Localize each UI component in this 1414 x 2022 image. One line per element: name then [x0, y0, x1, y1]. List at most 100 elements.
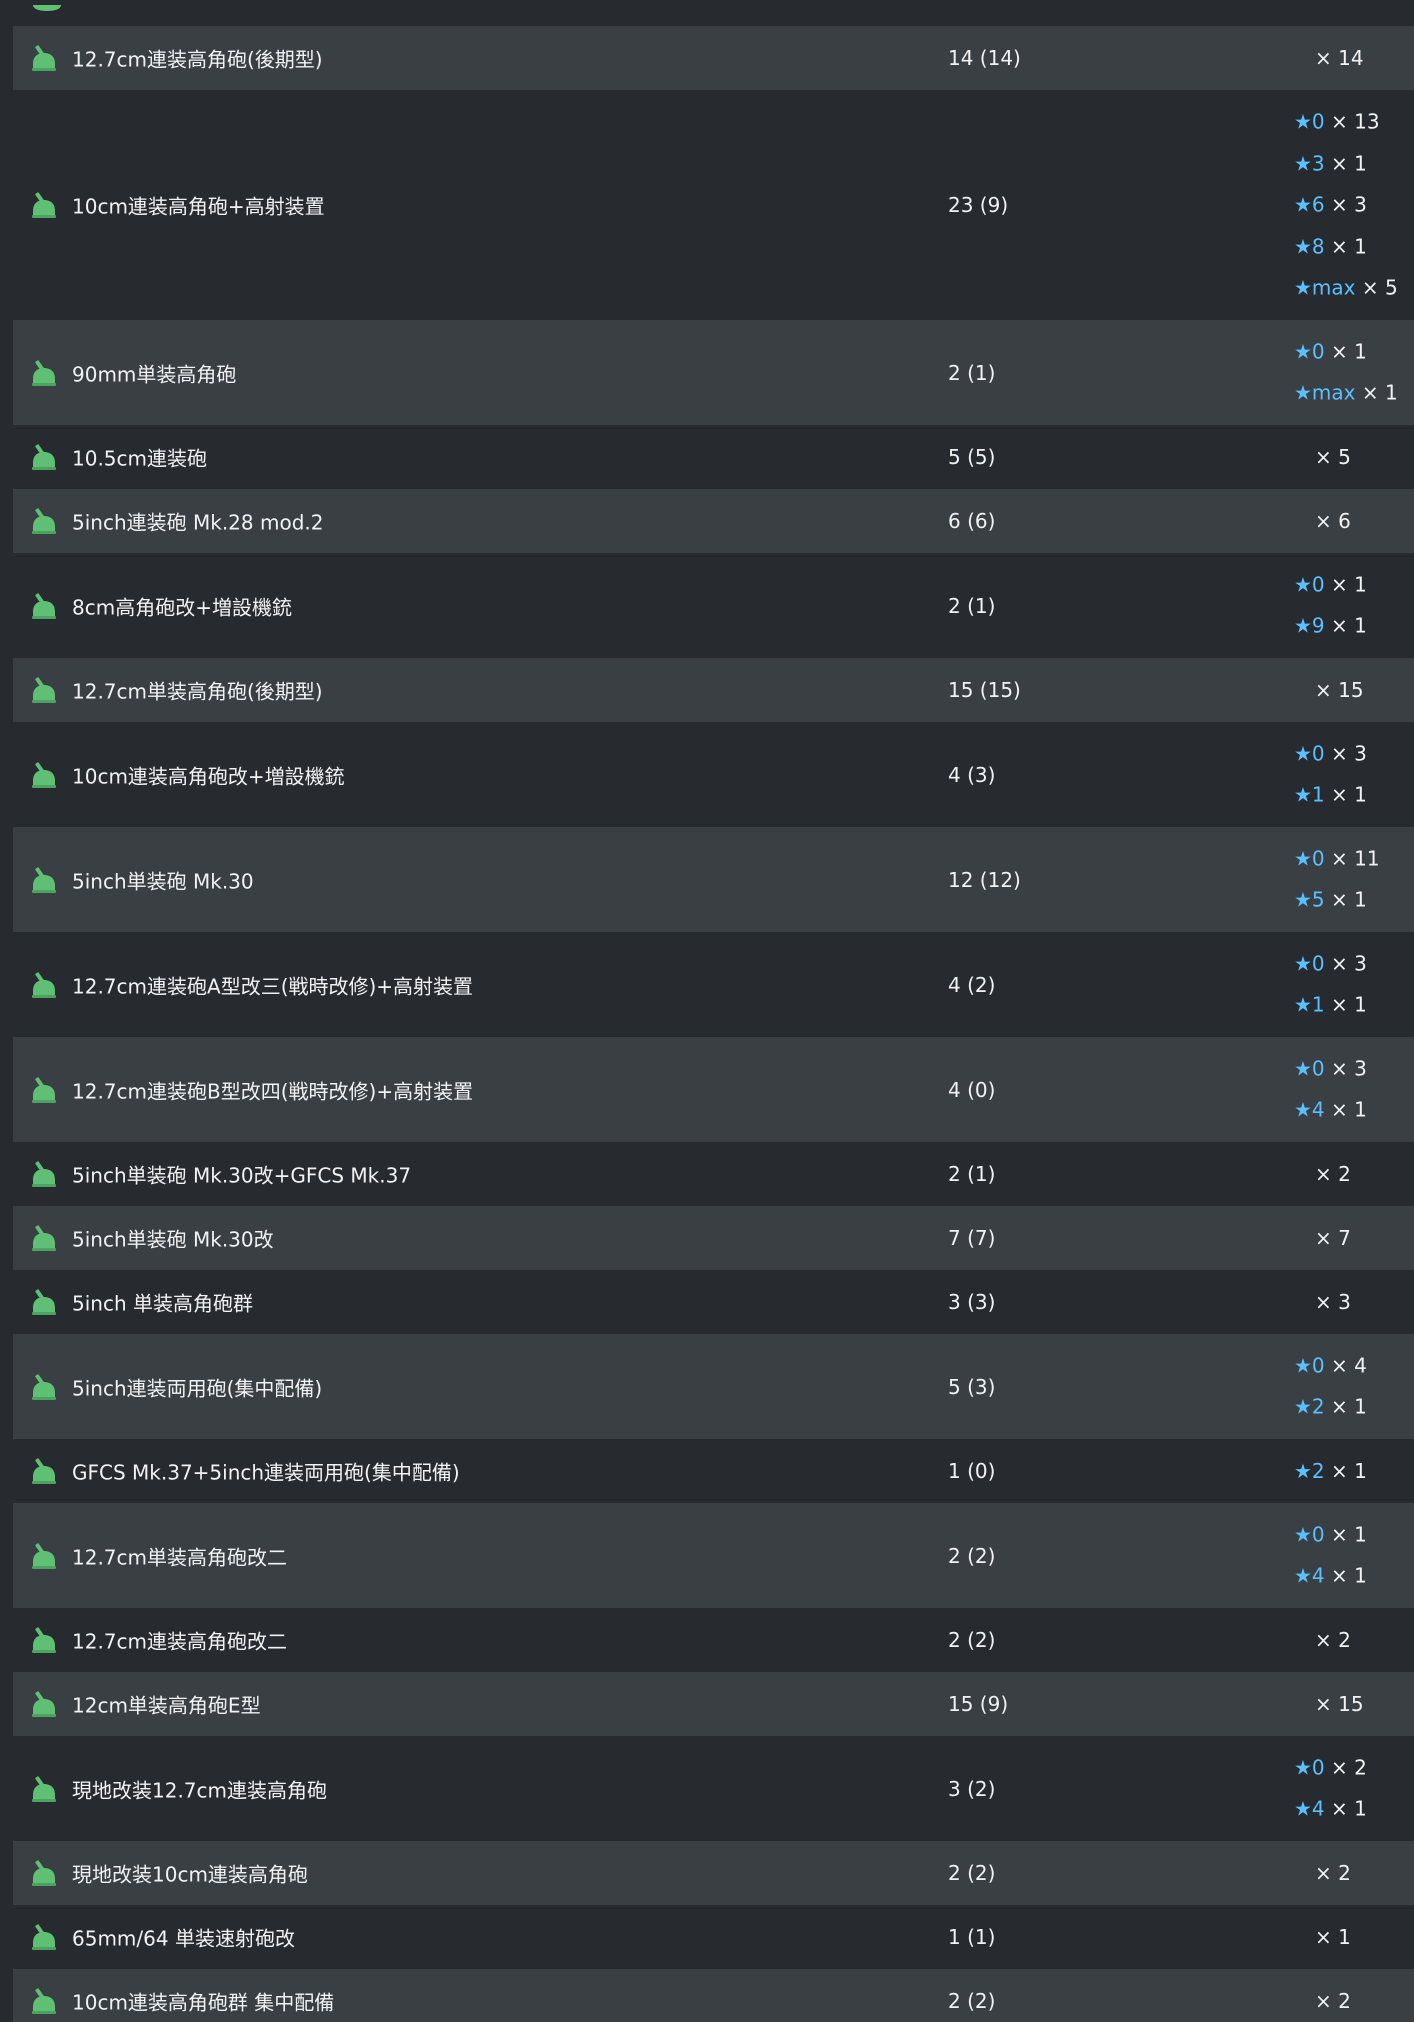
improvement-breakdown: × 1 — [1294, 1924, 1351, 1950]
equipment-row[interactable]: 10cm連装高角砲改+増設機銃 4 (3) ★0 × 3 ★1 × 1 — [13, 722, 1414, 827]
equipment-row[interactable]: 5inch単装砲 Mk.30改+GFCS Mk.37 2 (1) × 2 — [13, 1142, 1414, 1206]
equipment-row[interactable]: 現地改装12.7cm連装高角砲 3 (2) ★0 × 2 ★4 × 1 — [13, 1736, 1414, 1841]
improvement-breakdown: × 7 — [1294, 1225, 1351, 1251]
improvement-multiplier: × 1 — [1331, 1459, 1367, 1483]
improvement-entry: × 6 — [1294, 508, 1351, 534]
improvement-multiplier: × 14 — [1315, 46, 1364, 70]
aa-gun-icon — [28, 1985, 60, 2017]
improvement-breakdown: ★0 × 2 ★4 × 1 — [1294, 1747, 1367, 1830]
equipment-row[interactable]: 12.7cm連装高角砲(後期型) 14 (14) × 14 — [13, 26, 1414, 90]
equipment-row[interactable]: 90mm単装高角砲 2 (1) ★0 × 1 ★max × 1 — [13, 320, 1414, 425]
improvement-level: ★0 — [1294, 1056, 1325, 1080]
improvement-multiplier: × 2 — [1315, 1861, 1351, 1885]
improvement-level: ★0 — [1294, 1353, 1325, 1377]
improvement-level: ★5 — [1294, 887, 1325, 912]
improvement-multiplier: × 3 — [1315, 1290, 1351, 1314]
aa-gun-icon — [28, 590, 60, 622]
improvement-entry: ★0 × 4 — [1294, 1345, 1367, 1387]
improvement-multiplier: × 1 — [1331, 233, 1367, 258]
equipment-row[interactable]: 12.7cm単装高角砲改二 2 (2) ★0 × 1 ★4 × 1 — [13, 1503, 1414, 1608]
equipment-name: 12.7cm連装砲A型改三(戦時改修)+高射装置 — [72, 974, 474, 998]
aa-gun-icon — [28, 1688, 60, 1720]
improvement-level: ★1 — [1294, 782, 1325, 807]
equipment-row[interactable]: 5inch連装砲 Mk.28 mod.2 6 (6) × 6 — [13, 489, 1414, 553]
improvement-multiplier: × 3 — [1331, 951, 1367, 975]
aa-gun-icon — [28, 759, 60, 791]
improvement-entry: ★1 × 1 — [1294, 775, 1367, 817]
equipment-row[interactable]: 5inch連装両用砲(集中配備) 5 (3) ★0 × 4 ★2 × 1 — [13, 1334, 1414, 1439]
equipment-row[interactable]: 10cm連装高角砲群 集中配備 2 (2) × 2 — [13, 1969, 1414, 2022]
improvement-entry: ★0 × 1 — [1294, 564, 1367, 606]
improvement-entry: ★0 × 3 — [1294, 1048, 1367, 1090]
equipment-name: 10.5cm連装砲 — [72, 446, 208, 471]
aa-gun-icon — [28, 1455, 60, 1487]
equipment-count: 15 (9) — [948, 1692, 1009, 1716]
equipment-name: 10cm連装高角砲+高射装置 — [72, 194, 325, 219]
aa-gun-icon — [28, 1857, 60, 1889]
aa-gun-icon — [28, 1222, 60, 1254]
improvement-entry: × 2 — [1294, 1161, 1351, 1187]
improvement-entry: × 15 — [1294, 677, 1364, 703]
improvement-multiplier: × 3 — [1331, 1056, 1367, 1080]
equipment-count: 14 (14) — [948, 46, 1021, 70]
improvement-entry: ★0 × 3 — [1294, 733, 1367, 775]
equipment-row[interactable]: 5inch 単装高角砲群 3 (3) × 3 — [13, 1270, 1414, 1334]
equipment-count: 3 (3) — [948, 1290, 996, 1314]
improvement-breakdown: × 2 — [1294, 1988, 1351, 2014]
equipment-name: 5inch単装砲 Mk.30改+GFCS Mk.37 — [72, 1163, 412, 1188]
equipment-row[interactable]: 12.7cm連装高角砲改二 2 (2) × 2 — [13, 1608, 1414, 1672]
improvement-entry: ★5 × 1 — [1294, 880, 1380, 922]
improvement-multiplier: × 6 — [1315, 509, 1351, 533]
improvement-breakdown: × 2 — [1294, 1161, 1351, 1187]
equipment-row[interactable]: 65mm/64 単装速射砲改 1 (1) × 1 — [13, 1905, 1414, 1969]
improvement-level: ★0 — [1294, 1522, 1325, 1546]
improvement-entry: ★max × 1 — [1294, 373, 1398, 415]
improvement-multiplier: × 5 — [1315, 445, 1351, 469]
equipment-count: 3 (2) — [948, 1776, 996, 1801]
improvement-entry: ★0 × 11 — [1294, 838, 1380, 880]
aa-gun-icon — [28, 864, 60, 896]
improvement-multiplier: × 13 — [1331, 109, 1380, 134]
equipment-row[interactable]: GFCS Mk.37+5inch連装両用砲(集中配備) 1 (0) ★2 × 1 — [13, 1439, 1414, 1503]
improvement-entry: × 2 — [1294, 1627, 1351, 1653]
aa-gun-icon — [28, 1540, 60, 1572]
equipment-name: 5inch 単装高角砲群 — [72, 1291, 253, 1316]
improvement-entry: × 5 — [1294, 444, 1351, 470]
improvement-entry: ★0 × 1 — [1294, 331, 1398, 373]
equipment-row[interactable]: 5inch単装砲 Mk.30 12 (12) ★0 × 11 ★5 × 1 — [13, 827, 1414, 932]
equipment-row[interactable]: 12cm単装高角砲E型 15 (9) × 15 — [13, 1672, 1414, 1736]
improvement-multiplier: × 5 — [1361, 275, 1398, 300]
improvement-multiplier: × 11 — [1331, 846, 1380, 870]
equipment-row[interactable]: 10cm連装高角砲+高射装置 23 (9) ★0 × 13 ★3 × 1 ★6 × 3 ★… — [13, 90, 1414, 320]
improvement-multiplier: × 3 — [1331, 192, 1367, 217]
improvement-breakdown: ★0 × 13 ★3 × 1 ★6 × 3 ★8 × 1 ★max × 5 — [1294, 101, 1398, 309]
improvement-multiplier: × 1 — [1331, 887, 1367, 912]
equipment-name: 8cm高角砲改+増設機銃 — [72, 595, 292, 619]
equipment-count: 5 (3) — [948, 1374, 996, 1399]
equipment-row[interactable]: 12.7cm単装高角砲(後期型) 15 (15) × 15 — [13, 658, 1414, 722]
equipment-name: 現地改装10cm連装高角砲 — [72, 1862, 308, 1887]
improvement-multiplier: × 15 — [1315, 678, 1364, 702]
equipment-count: 15 (15) — [948, 678, 1021, 702]
improvement-multiplier: × 3 — [1331, 741, 1367, 765]
improvement-multiplier: × 2 — [1315, 1628, 1351, 1652]
equipment-row[interactable]: 12.7cm連装砲B型改四(戦時改修)+高射装置 4 (0) ★0 × 3 ★4 × … — [13, 1037, 1414, 1142]
equipment-row[interactable]: 10.5cm連装砲 5 (5) × 5 — [13, 425, 1414, 489]
equipment-name: 90mm単装高角砲 — [72, 362, 237, 386]
equipment-name: 12.7cm単装高角砲(後期型) — [72, 679, 323, 704]
equipment-row[interactable]: 現地改装10cm連装高角砲 2 (2) × 2 — [13, 1841, 1414, 1905]
equipment-count: 1 (1) — [948, 1925, 996, 1949]
equipment-count: 6 (6) — [948, 509, 996, 533]
equipment-row[interactable]: 5inch単装砲 Mk.30改 7 (7) × 7 — [13, 1206, 1414, 1270]
equipment-row[interactable]: 12.7cm連装砲A型改三(戦時改修)+高射装置 4 (2) ★0 × 3 ★1 × … — [13, 932, 1414, 1037]
equipment-count: 4 (0) — [948, 1077, 996, 1102]
improvement-entry: × 15 — [1294, 1691, 1364, 1717]
improvement-level: ★0 — [1294, 846, 1325, 870]
improvement-multiplier: × 1 — [1331, 1563, 1367, 1588]
improvement-breakdown: ★0 × 1 ★max × 1 — [1294, 331, 1398, 414]
improvement-multiplier: × 1 — [1331, 1796, 1367, 1821]
improvement-level: ★0 — [1294, 741, 1325, 765]
improvement-multiplier: × 1 — [1331, 992, 1367, 1017]
equipment-row[interactable]: 8cm高角砲改+増設機銃 2 (1) ★0 × 1 ★9 × 1 — [13, 553, 1414, 658]
improvement-breakdown: ★0 × 1 ★9 × 1 — [1294, 564, 1367, 647]
